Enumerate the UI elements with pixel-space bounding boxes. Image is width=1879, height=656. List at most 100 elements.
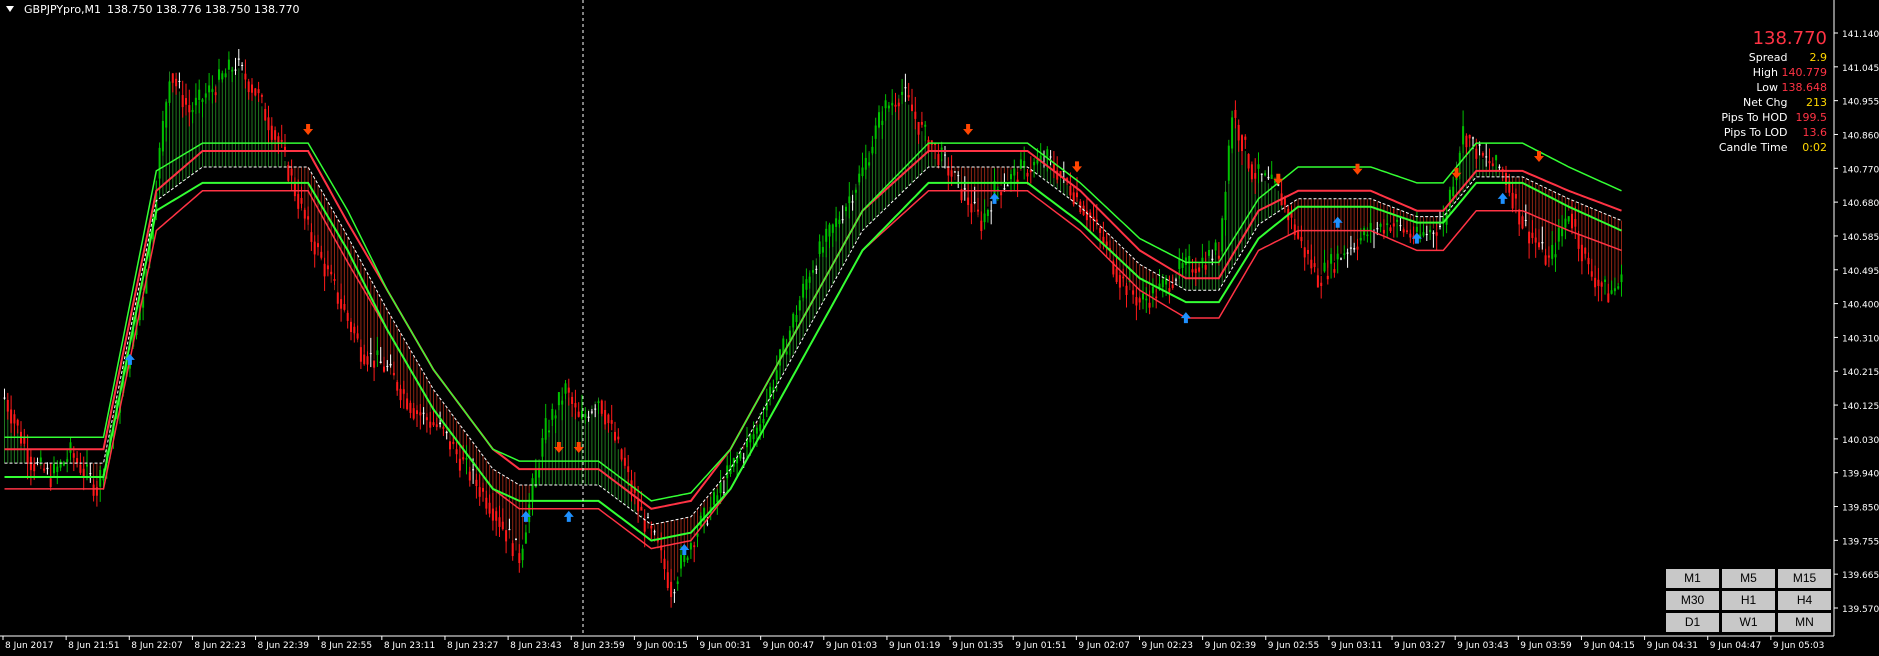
timeframe-button-mn[interactable]: MN — [1778, 613, 1831, 632]
timeframe-button-h4[interactable]: H4 — [1778, 591, 1831, 610]
timeframe-button-d1[interactable]: D1 — [1666, 613, 1719, 632]
candle-body — [1472, 137, 1474, 139]
candle-body — [785, 351, 788, 355]
candle-body — [792, 313, 795, 328]
candle-body — [719, 482, 722, 494]
candle-body — [795, 315, 798, 322]
candle-body — [1620, 274, 1623, 283]
candle-body — [69, 442, 72, 453]
candle-body — [317, 243, 319, 248]
info-label: Spread — [1748, 51, 1788, 64]
candle-body — [564, 383, 567, 394]
candle-body — [600, 400, 603, 414]
candle-body — [1518, 209, 1521, 225]
x-tick-label: 9 Jun 05:03 — [1773, 641, 1824, 651]
candle-body — [1396, 219, 1399, 222]
candle-body — [808, 276, 811, 283]
collapse-triangle-icon[interactable] — [6, 6, 14, 12]
candle-body — [911, 104, 913, 112]
y-tick-label: 140.400 — [1842, 301, 1879, 311]
candle-body — [330, 271, 333, 275]
timeframe-button-h1[interactable]: H1 — [1722, 591, 1775, 610]
y-tick-label: 140.860 — [1842, 131, 1879, 141]
candle-body — [887, 105, 890, 109]
candle-body — [544, 418, 547, 440]
timeframe-button-w1[interactable]: W1 — [1722, 613, 1775, 632]
timeframe-button-m15[interactable]: M15 — [1778, 569, 1831, 588]
candle-body — [1551, 244, 1554, 259]
candle-body — [1049, 156, 1052, 158]
candle-body — [1257, 164, 1260, 169]
candle-body — [1571, 213, 1573, 229]
candle-body — [548, 430, 550, 433]
candle-body — [386, 365, 389, 367]
candle-body — [99, 470, 102, 487]
candle-body — [1250, 164, 1253, 180]
candle-body — [541, 438, 544, 457]
candle-body — [1300, 236, 1303, 242]
candle-body — [722, 491, 725, 493]
candle-body — [251, 84, 253, 93]
candle-body — [637, 499, 640, 512]
candle-body — [1498, 166, 1501, 169]
candle-body — [594, 408, 597, 410]
candle-body — [511, 543, 514, 557]
y-tick-label: 140.125 — [1842, 402, 1879, 412]
candle-body — [188, 105, 191, 113]
candle-body — [680, 554, 682, 569]
candle-body — [39, 457, 42, 462]
candle-body — [161, 121, 164, 152]
x-tick-label: 9 Jun 02:39 — [1205, 641, 1257, 651]
x-tick-label: 8 Jun 22:55 — [321, 641, 372, 651]
candle-body — [92, 484, 95, 496]
candle-body — [204, 93, 207, 98]
x-tick-label: 9 Jun 00:15 — [636, 641, 687, 651]
y-tick-label: 140.585 — [1842, 233, 1879, 243]
lower-band-inner-line — [4, 142, 1622, 502]
timeframe-button-m30[interactable]: M30 — [1666, 591, 1719, 610]
x-tick-label: 8 Jun 23:43 — [510, 641, 561, 651]
candle-body — [891, 103, 894, 106]
down-arrow-icon — [1072, 161, 1082, 173]
candle-body — [1409, 233, 1412, 238]
candle-body — [241, 64, 244, 66]
candle-body — [1303, 247, 1306, 258]
candle-body — [1429, 229, 1432, 233]
candle-body — [706, 523, 709, 525]
candle-body — [185, 98, 187, 105]
candle-body — [491, 508, 494, 521]
x-tick-label: 8 Jun 23:27 — [447, 641, 498, 651]
candle-body — [49, 478, 52, 488]
candle-body — [557, 392, 560, 406]
candle-body — [1425, 233, 1428, 236]
candle-body — [561, 400, 564, 405]
candle-body — [1524, 219, 1527, 221]
candle-body — [518, 553, 521, 564]
x-tick-label: 9 Jun 03:43 — [1457, 641, 1508, 651]
candle-body — [1297, 230, 1300, 239]
candle-body — [472, 469, 475, 471]
candle-body — [1178, 258, 1181, 269]
candle-body — [884, 100, 887, 109]
candle-body — [1587, 257, 1590, 265]
candle-body — [1148, 302, 1151, 308]
candle-body — [917, 121, 920, 135]
candle-body — [1191, 269, 1194, 273]
candle-body — [439, 422, 442, 425]
x-tick-label: 9 Jun 04:31 — [1647, 641, 1698, 651]
x-tick-label: 9 Jun 01:03 — [826, 641, 877, 651]
timeframe-button-m1[interactable]: M1 — [1666, 569, 1719, 588]
candle-body — [1359, 237, 1362, 241]
candle-body — [1521, 216, 1524, 229]
candle-body — [1369, 222, 1372, 230]
candle-body — [79, 464, 82, 473]
timeframe-button-m5[interactable]: M5 — [1722, 569, 1775, 588]
candle-body — [264, 108, 267, 121]
candle-body — [1122, 276, 1125, 279]
candle-body — [227, 59, 230, 70]
candle-body — [432, 422, 435, 426]
candle-body — [1495, 155, 1498, 161]
info-row-low: Low 138.648 — [1719, 80, 1827, 95]
price-chart[interactable]: 141.140 141.045 140.955 140.860 140.770 140.6… — [0, 0, 1879, 656]
candle-body — [1330, 254, 1333, 264]
